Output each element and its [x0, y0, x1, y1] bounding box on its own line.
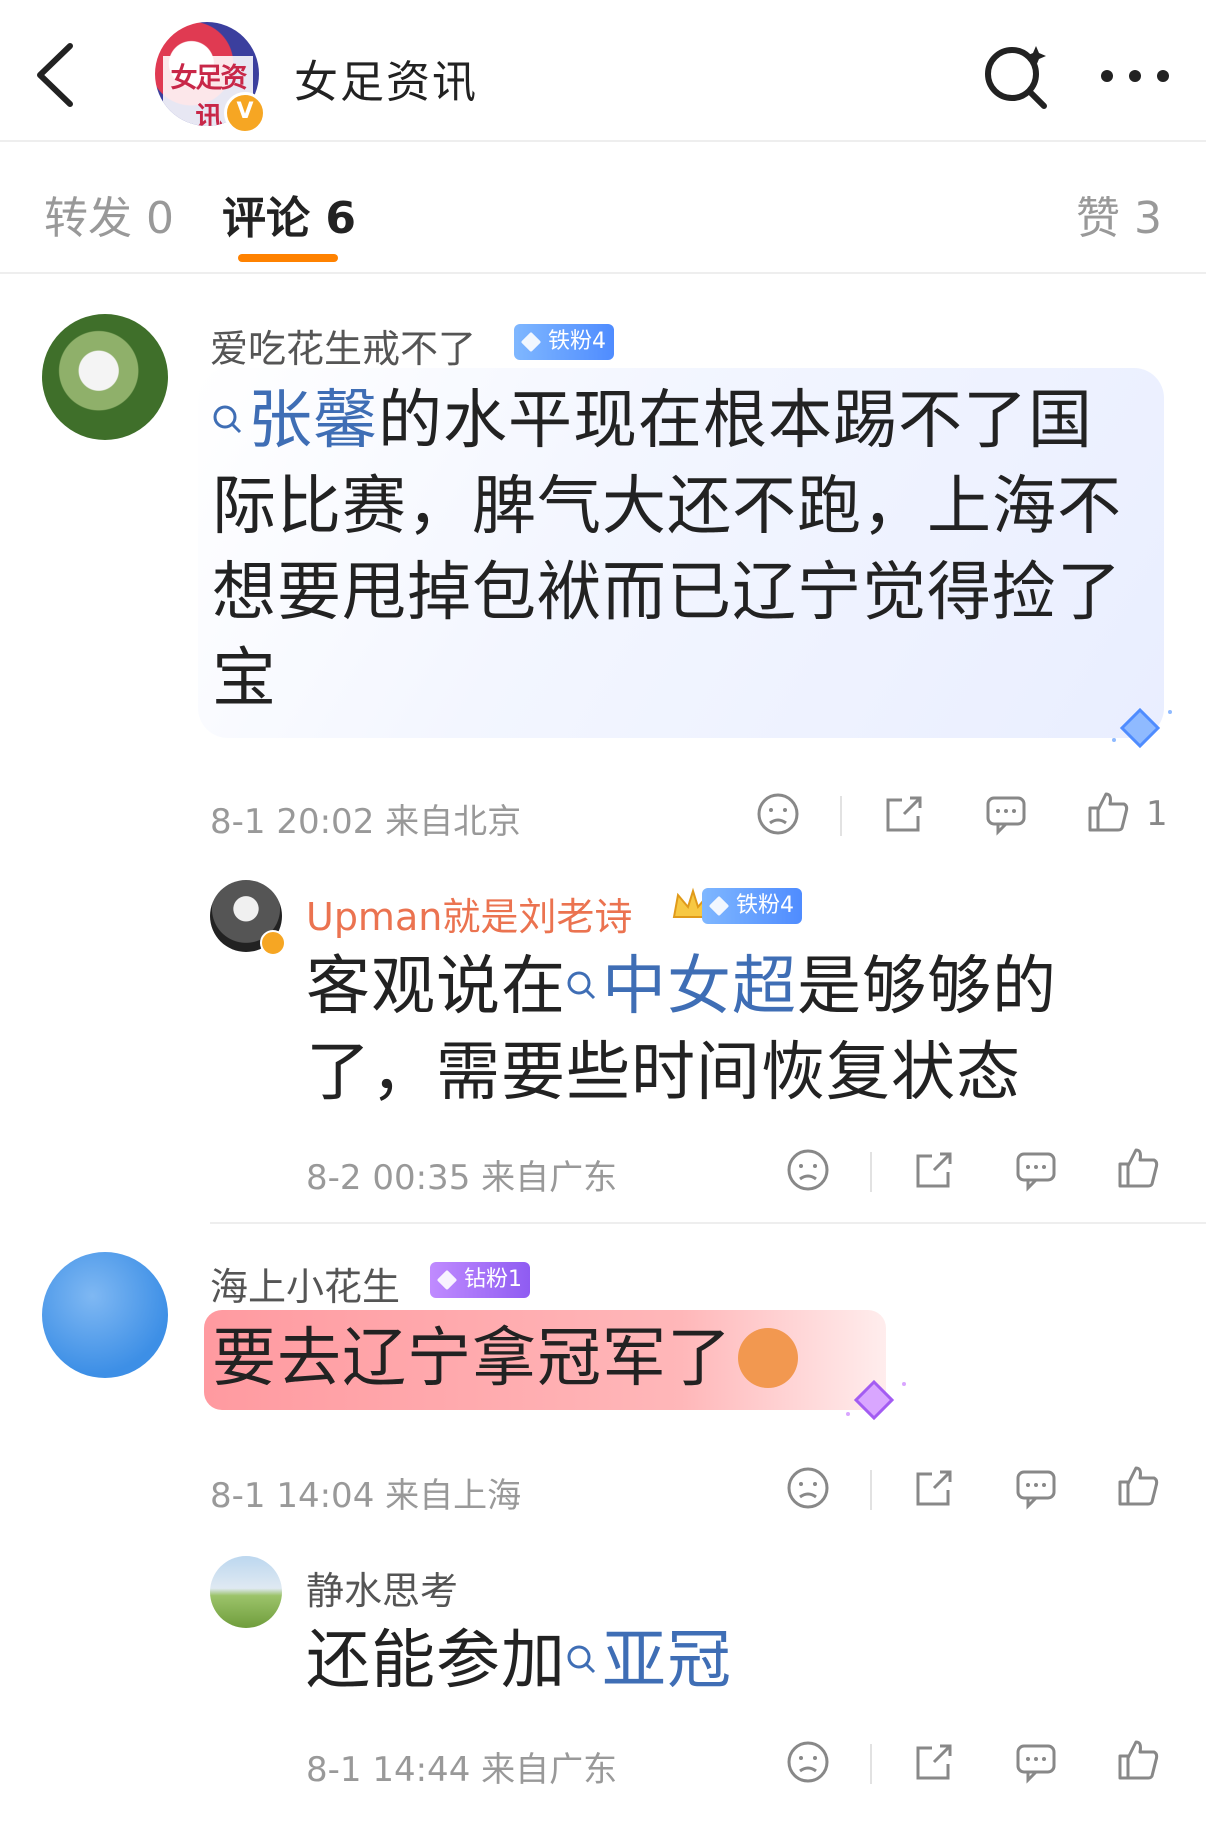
like-icon[interactable]: [1086, 790, 1130, 834]
dislike-icon[interactable]: [786, 1148, 830, 1192]
comment-line: 际比赛，脾气大还不跑，上海不: [212, 470, 1122, 544]
comment-line: 客观说在 中女超是够够的: [306, 944, 1186, 1030]
tab-repost[interactable]: 转发 0: [44, 182, 174, 246]
more-options-icon[interactable]: [1095, 56, 1175, 96]
comment-username[interactable]: 海上小花生: [210, 1256, 400, 1311]
gem-icon: [436, 1269, 458, 1291]
comment-icon[interactable]: [1014, 1466, 1058, 1510]
reply-username[interactable]: Upman就是刘老诗: [306, 886, 632, 941]
topic-search-icon: [567, 971, 596, 1000]
topic-search-icon: [567, 1645, 596, 1674]
gem-icon: [708, 895, 730, 917]
comment-username[interactable]: 爱吃花生戒不了: [210, 318, 476, 373]
comment-line: 还能参加 亚冠: [306, 1618, 732, 1704]
comment-meta: 8-1 14:04 来自上海: [210, 1476, 522, 1516]
comment-meta: 8-1 20:02 来自北京: [210, 802, 522, 842]
reply-username[interactable]: 静水思考: [306, 1560, 458, 1615]
account-name[interactable]: 女足资讯: [294, 46, 478, 110]
like-icon[interactable]: [1116, 1146, 1160, 1190]
comment-line: 宝: [212, 642, 277, 716]
avatar[interactable]: [42, 1252, 168, 1378]
comment-text: 要去辽宁拿冠军了: [212, 1322, 732, 1396]
reply-text: 还能参加 亚冠: [306, 1618, 732, 1704]
share-icon[interactable]: [912, 1466, 956, 1510]
fan-badge-label: 钻粉1: [464, 1267, 522, 1292]
fan-sparkle-icon: [846, 1379, 906, 1421]
reply-meta: 8-1 14:44 来自广东: [306, 1750, 618, 1790]
comment-icon[interactable]: [1014, 1148, 1058, 1192]
share-icon[interactable]: [912, 1148, 956, 1192]
comment-line: 了，需要些时间恢复状态: [306, 1036, 1021, 1110]
gem-icon: [520, 331, 542, 353]
topic-link[interactable]: 中女超: [602, 950, 797, 1024]
fan-badge: 铁粉4: [702, 888, 802, 924]
verified-mini-icon: [260, 930, 286, 956]
dislike-icon[interactable]: [786, 1466, 830, 1510]
fan-badge-label: 铁粉4: [736, 893, 794, 918]
comment-line: 想要甩掉包袱而已辽宁觉得捡了: [212, 556, 1122, 630]
fan-badge: 铁粉4: [514, 324, 614, 360]
comment-text-part: 的水平现在根本踢不了国: [378, 384, 1093, 458]
fan-badge-label: 铁粉4: [548, 329, 606, 354]
verified-badge: V: [224, 92, 266, 134]
comment-line: 张馨的水平现在根本踢不了国: [212, 378, 1162, 464]
reply-text-part: 还能参加: [306, 1624, 566, 1698]
avatar[interactable]: [42, 314, 168, 440]
search-icon[interactable]: [980, 40, 1050, 110]
like-icon[interactable]: [1116, 1464, 1160, 1508]
reply-meta: 8-2 00:35 来自广东: [306, 1158, 618, 1198]
action-divider: [840, 796, 842, 836]
tab-comment[interactable]: 评论 6: [222, 182, 356, 246]
like-icon[interactable]: [1116, 1738, 1160, 1782]
topic-search-icon: [213, 405, 242, 434]
like-count: 1: [1146, 794, 1168, 834]
comment-icon[interactable]: [984, 792, 1028, 836]
comment-divider: [210, 1222, 1206, 1224]
reply-text: 客观说在 中女超是够够的 了，需要些时间恢复状态: [306, 944, 1186, 1116]
dislike-icon[interactable]: [756, 792, 800, 836]
tab-bar: 转发 0 评论 6 赞 3: [0, 142, 1206, 274]
action-divider: [870, 1744, 872, 1784]
back-icon[interactable]: [28, 40, 84, 110]
comment-text: 张馨的水平现在根本踢不了国 际比赛，脾气大还不跑，上海不 想要甩掉包袱而已辽宁觉…: [212, 378, 1162, 722]
reply-text-part: 客观说在: [306, 950, 566, 1024]
tab-like[interactable]: 赞 3: [1076, 182, 1162, 246]
comment-icon[interactable]: [1014, 1740, 1058, 1784]
dislike-icon[interactable]: [786, 1740, 830, 1784]
active-tab-indicator: [238, 254, 338, 262]
fan-badge: 钻粉1: [430, 1262, 530, 1298]
fan-sparkle-icon: [1112, 707, 1172, 749]
top-bar: 女足资讯 V 女足资讯: [0, 0, 1206, 142]
topic-link[interactable]: 亚冠: [602, 1624, 732, 1698]
action-divider: [870, 1470, 872, 1510]
topic-link[interactable]: 张馨: [248, 384, 378, 458]
action-divider: [870, 1152, 872, 1192]
avatar[interactable]: [210, 1556, 282, 1628]
share-icon[interactable]: [912, 1740, 956, 1784]
cat-emoji-icon: [738, 1328, 798, 1388]
share-icon[interactable]: [882, 792, 926, 836]
reply-text-part: 是够够的: [797, 950, 1057, 1024]
